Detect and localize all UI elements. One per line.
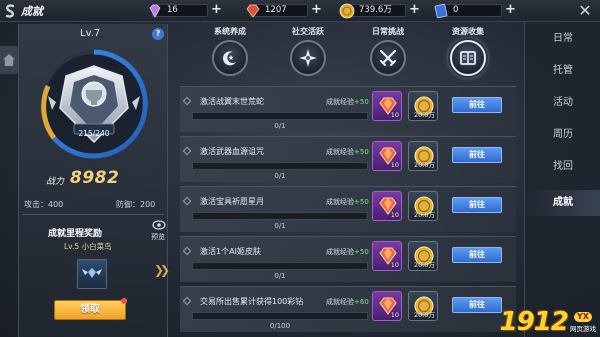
coin-reward[interactable]: 20.0万 [408,291,438,321]
task-row: 交易所出售累计获得100彩钻 成就经验+60 0/100 10 20.0万 前往 [180,286,516,332]
resource-purple-diamond: 16 + [149,3,223,18]
claim-button[interactable]: 领取 [54,300,126,320]
claim-notification-dot [121,298,127,304]
tab-events[interactable]: 活动 [525,90,600,116]
task-name: 激活1个AI姬皮肤 [200,247,261,256]
task-exp: 成就经验+50 [326,148,369,156]
book-icon [460,51,476,65]
task-row: 激活宝具祈愿星月 成就经验+50 0/1 10 20.0万 前往 [180,186,516,232]
gem-reward[interactable]: 10 [372,141,402,171]
go-button[interactable]: 前往 [452,97,502,113]
gold-coin-icon [339,3,355,19]
task-list: 激活战翼末世荒蛇 成就经验+50 0/1 10 20.0万 前往 激活武器血源诅… [180,86,516,337]
task-progress-bar [192,162,368,170]
preview-button[interactable]: 预览 [151,232,165,242]
coin-reward[interactable]: 20.0万 [408,191,438,221]
task-progress-text: 0/1 [274,122,286,130]
task-progress-bar [192,262,368,270]
gem-reward[interactable]: 10 [372,241,402,271]
add-purple-diamond-button[interactable]: + [210,3,223,17]
tab-daily[interactable]: 日常 [525,26,600,52]
milestone-reward-badge[interactable] [77,259,107,289]
go-button[interactable]: 前往 [452,197,502,213]
moon-star-icon [223,51,236,66]
task-progress-bar [192,112,368,120]
gem-reward[interactable]: 10 [372,291,402,321]
bullet-icon [182,246,192,256]
bullet-icon [182,96,192,106]
task-row: 激活1个AI姬皮肤 成就经验+50 0/1 10 20.0万 前往 [180,236,516,282]
coin-reward[interactable]: 20.0万 [408,91,438,121]
achievement-s-icon [5,4,15,18]
bullet-icon [182,196,192,206]
tab-auto[interactable]: 托管 [525,58,600,84]
category-system-growth[interactable]: 系统养成 [208,26,252,76]
resource-blue-card: 0 + [434,3,517,19]
red-gem-icon [246,4,260,18]
milestone-subtitle: Lv.5 小白菜鸟 [64,242,112,251]
attack-stat: 攻击：400 [24,200,64,209]
task-name: 激活宝具祈愿星月 [200,197,264,206]
side-tabs: 日常 托管 活动 周历 找回 成就 [524,22,600,337]
category-resource-collect[interactable]: 资源收集 [446,26,490,76]
go-button[interactable]: 前往 [452,147,502,163]
tab-recover[interactable]: 找回 [525,154,600,180]
task-name: 激活战翼末世荒蛇 [200,97,264,106]
crossed-swords-icon [379,49,397,66]
add-red-gem-button[interactable]: + [310,3,323,17]
gem-reward[interactable]: 10 [372,91,402,121]
divider [22,214,164,215]
home-icon [3,54,15,66]
task-name: 交易所出售累计获得100彩钻 [200,297,304,306]
resource-red-gem: 1207 + [246,3,323,18]
power-label: 战力 [46,177,65,187]
close-button[interactable]: ✕ [576,2,594,20]
resource-gold-coin: 739.6万 + [339,3,421,19]
next-arrow-icon[interactable]: ❯❯ [154,263,170,277]
help-button[interactable]: ? [152,28,164,40]
defense-stat: 防御：200 [116,200,156,209]
purple-diamond-icon [149,4,161,18]
task-exp: 成就经验+50 [326,98,369,106]
add-gold-coin-button[interactable]: + [408,3,421,17]
task-exp: 成就经验+50 [326,198,369,206]
category-social[interactable]: 社交活跃 [286,26,330,76]
task-name: 激活武器血源诅咒 [200,147,264,156]
title-area: 成就 [2,2,43,20]
category-daily-challenge[interactable]: 日常挑战 [366,26,410,76]
watermark: 1912 YX 网页游戏 [499,307,596,337]
gem-reward[interactable]: 10 [372,191,402,221]
go-button[interactable]: 前往 [452,247,502,263]
task-row: 激活战翼末世荒蛇 成就经验+50 0/1 10 20.0万 前往 [180,86,516,132]
level-label: Lv.7 [80,28,101,39]
power-value: 8982 [70,168,120,188]
task-progress-text: 0/100 [269,322,291,330]
bullet-icon [182,146,192,156]
add-blue-card-button[interactable]: + [504,3,517,17]
task-progress-text: 0/1 [274,272,286,280]
coin-reward[interactable]: 20.0万 [408,241,438,271]
task-progress-bar [192,212,368,220]
eye-icon[interactable] [152,219,166,231]
task-exp: 成就经验+50 [326,248,369,256]
rank-badge [40,49,148,159]
exp-progress: 215/240 [78,129,110,138]
compass-star-icon [299,49,317,67]
winged-badge-icon [82,268,102,278]
task-exp: 成就经验+60 [326,298,369,306]
milestone-title: 成就里程奖励 [48,229,103,239]
blue-card-icon [434,3,448,19]
task-progress-text: 0/1 [274,172,286,180]
task-progress-bar [192,312,368,320]
page-title: 成就 [21,5,43,18]
task-row: 激活武器血源诅咒 成就经验+50 0/1 10 20.0万 前往 [180,136,516,182]
tab-achievements[interactable]: 成就 [525,190,600,216]
home-side-button[interactable] [0,46,18,74]
coin-reward[interactable]: 20.0万 [408,141,438,171]
bullet-icon [182,296,192,306]
tab-calendar[interactable]: 周历 [525,122,600,148]
go-button[interactable]: 前往 [452,297,502,313]
task-progress-text: 0/1 [274,222,286,230]
